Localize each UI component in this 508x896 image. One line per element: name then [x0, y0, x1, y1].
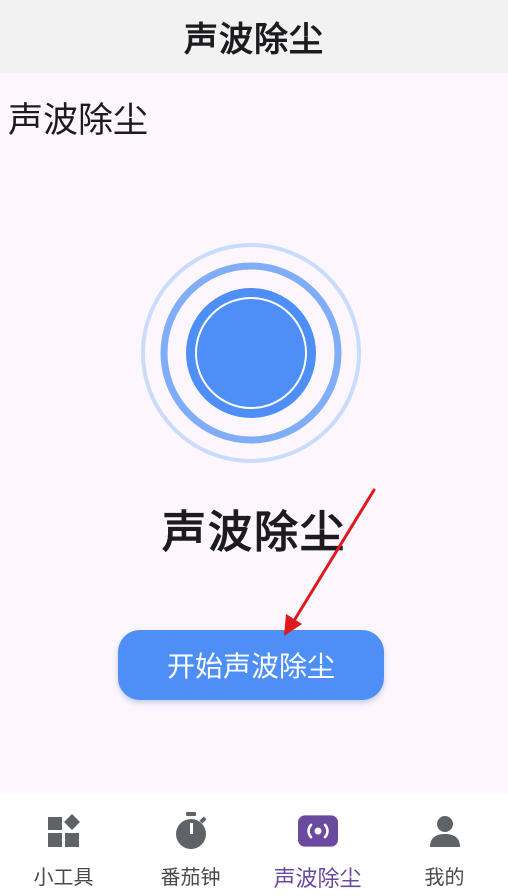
nav-label-pomodoro: 番茄钟: [160, 865, 221, 889]
sound-wave-icon: [297, 811, 338, 851]
nav-label-tools: 小工具: [33, 865, 94, 889]
feature-title: 声波除尘: [162, 507, 346, 558]
nav-label-profile: 我的: [424, 865, 465, 889]
inner-core-circle: [186, 288, 316, 418]
nav-item-pomodoro[interactable]: 番茄钟: [127, 793, 254, 896]
page-heading: 声波除尘: [8, 101, 149, 141]
timer-icon: [171, 811, 211, 851]
widgets-icon: [44, 811, 84, 851]
nav-item-profile[interactable]: 我的: [381, 793, 508, 896]
app-bar-title: 声波除尘: [184, 20, 324, 60]
bottom-navigation: 小工具 番茄钟 声波除尘 我的: [0, 793, 508, 896]
nav-item-sound-cleaning[interactable]: 声波除尘: [254, 793, 381, 896]
nav-item-tools[interactable]: 小工具: [0, 793, 127, 896]
nav-label-sound-cleaning: 声波除尘: [273, 867, 362, 892]
person-icon: [425, 811, 465, 851]
start-sound-cleaning-button[interactable]: 开始声波除尘: [118, 630, 384, 700]
sound-wave-ripple-icon: [141, 243, 361, 463]
app-bar: 声波除尘: [0, 0, 508, 73]
